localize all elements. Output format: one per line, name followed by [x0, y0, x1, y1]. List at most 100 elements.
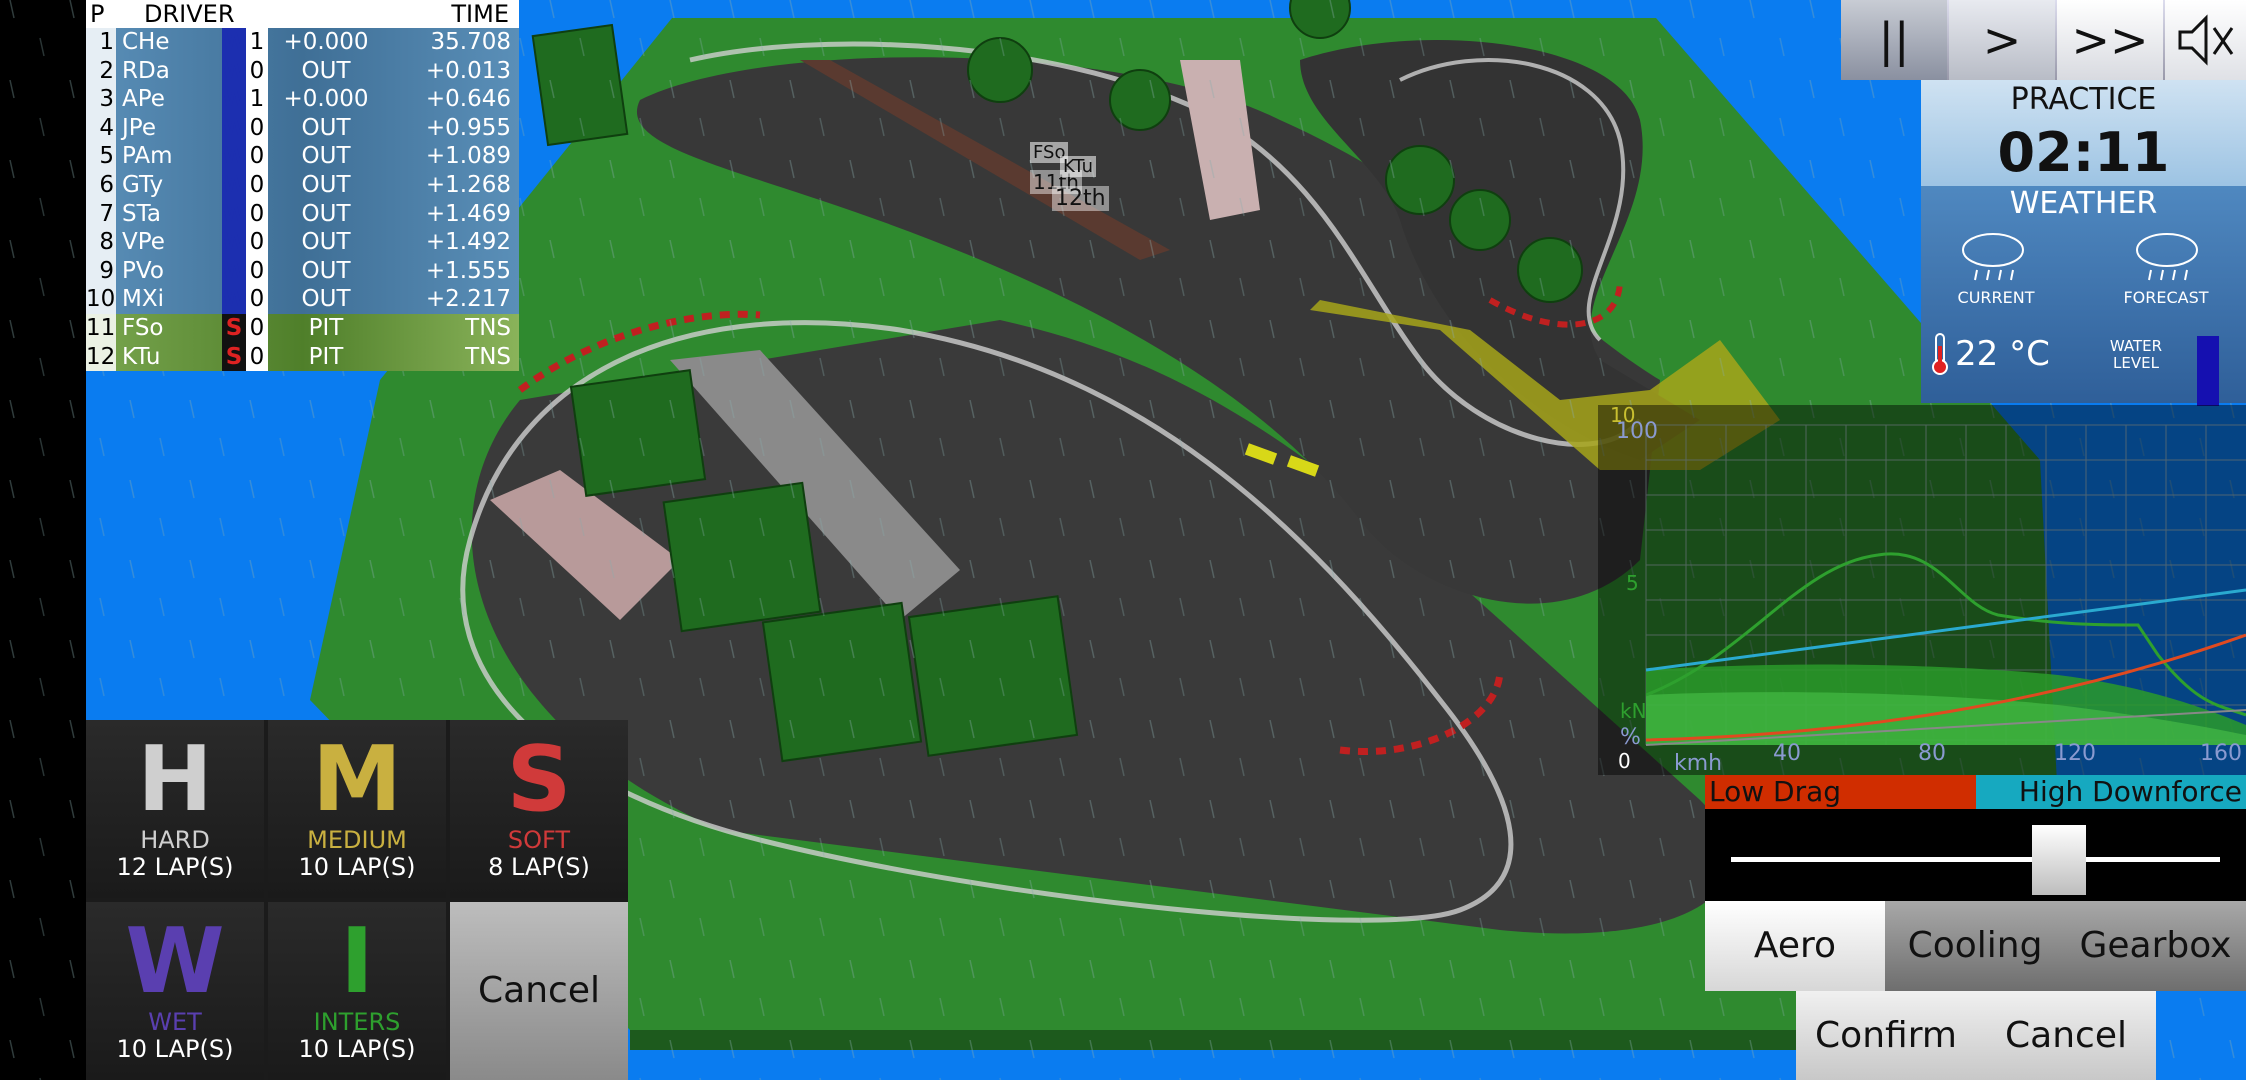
time-cell: +1.089 — [425, 143, 511, 170]
tyre-medium-name: MEDIUM — [307, 826, 407, 854]
tyre-hard-letter: H — [137, 727, 213, 832]
tyre-inters-button[interactable]: I INTERS 10 LAP(S) — [268, 902, 446, 1080]
pit-stops-cell: 0 — [246, 342, 268, 372]
tyre-inters-laps: 10 LAP(S) — [298, 1035, 416, 1063]
tyre-inters-name: INTERS — [313, 1008, 401, 1036]
tyre-compound-cell: W — [222, 56, 248, 86]
pit-stops-cell: 0 — [246, 113, 268, 143]
low-drag-label: Low Drag — [1705, 775, 1976, 809]
leaderboard-row[interactable]: 5 PAm W 0 OUT +1.089 — [86, 142, 519, 171]
tyre-medium-button[interactable]: M MEDIUM 10 LAP(S) — [268, 720, 446, 898]
tyre-compound-cell: W — [222, 228, 248, 257]
gap-cell: OUT — [301, 200, 351, 227]
position-cell: 2 — [86, 56, 116, 86]
position-cell: 1 — [86, 28, 116, 57]
tab-gearbox[interactable]: Gearbox — [2065, 901, 2246, 991]
setup-panel: Low Drag High Downforce Aero Cooling Gea… — [1705, 775, 2246, 1080]
slider-thumb[interactable] — [2031, 825, 2086, 895]
time-cell: +0.013 — [425, 57, 511, 84]
gap-cell: OUT — [301, 171, 351, 198]
leaderboard-row[interactable]: 6 GTy W 0 OUT +1.268 — [86, 170, 519, 200]
pause-icon: || — [1878, 13, 1910, 67]
tab-aero[interactable]: Aero — [1705, 901, 1885, 991]
water-level-bar — [2197, 336, 2219, 406]
telemetry-graph: 10 100 5 kN % 0 kmh 40 80 120 160 — [1598, 403, 2246, 776]
leaderboard-row[interactable]: 4 JPe W 0 OUT +0.955 — [86, 113, 519, 143]
header-time: TIME — [451, 0, 509, 28]
water-level-label: WATER LEVEL — [2109, 337, 2163, 372]
tyre-wet-name: WET — [148, 1008, 202, 1036]
setup-cancel-button[interactable]: Cancel — [1976, 991, 2156, 1080]
leaderboard-row[interactable]: 8 VPe W 0 OUT +1.492 — [86, 228, 519, 257]
pit-stops-cell: 1 — [246, 85, 268, 114]
tyre-compound-cell: W — [222, 285, 248, 314]
confirm-button[interactable]: Confirm — [1796, 991, 1976, 1080]
pit-stops-cell: 0 — [246, 256, 268, 286]
tyre-hard-name: HARD — [140, 826, 210, 854]
gap-cell: PIT — [308, 314, 344, 341]
leaderboard-row[interactable]: 1 CHe W 1 +0.000 35.708 — [86, 28, 519, 57]
play-button[interactable]: > — [1949, 0, 2055, 80]
header-pos: P — [90, 0, 105, 28]
pit-stops-cell: 0 — [246, 199, 268, 229]
position-cell: 7 — [86, 199, 116, 229]
car-label-pos-2: 12th — [1052, 186, 1109, 211]
position-cell: 6 — [86, 170, 116, 200]
tyre-cancel-label: Cancel — [478, 970, 600, 1011]
leaderboard-row[interactable]: 9 PVo W 0 OUT +1.555 — [86, 256, 519, 286]
graph-x-tick-40: 40 — [1773, 741, 1801, 766]
graph-y-mid: 5 — [1626, 571, 1639, 595]
time-cell: TNS — [465, 343, 511, 370]
time-cell: TNS — [465, 314, 511, 341]
leaderboard-row[interactable]: 2 RDa W 0 OUT +0.013 — [86, 56, 519, 86]
tyre-medium-laps: 10 LAP(S) — [298, 853, 416, 881]
position-cell: 4 — [86, 113, 116, 143]
speaker-muted-icon — [2178, 14, 2233, 66]
graph-y-top: 100 — [1616, 419, 1658, 444]
leaderboard-header: P DRIVER TIME — [86, 0, 519, 28]
pit-stops-cell: 0 — [246, 170, 268, 200]
tyre-hard-button[interactable]: H HARD 12 LAP(S) — [86, 720, 264, 898]
position-cell: 8 — [86, 228, 116, 257]
gap-cell: OUT — [301, 229, 351, 256]
position-cell: 5 — [86, 142, 116, 171]
pit-stops-cell: 0 — [246, 285, 268, 314]
pit-stops-cell: 0 — [246, 142, 268, 171]
time-cell: +1.555 — [425, 257, 511, 284]
pause-button[interactable]: || — [1841, 0, 1947, 80]
graph-y-unit-pct: % — [1620, 725, 1641, 750]
slider-track — [1731, 857, 2220, 862]
graph-x-unit: kmh — [1674, 751, 1723, 776]
tyre-wet-letter: W — [125, 909, 225, 1014]
tyre-compound-cell: S — [222, 342, 246, 372]
tab-cooling[interactable]: Cooling — [1885, 901, 2065, 991]
pit-stops-cell: 1 — [246, 28, 268, 57]
rain-cloud-forecast-icon — [2136, 233, 2198, 281]
leaderboard-row[interactable]: 10 MXi W 0 OUT +2.217 — [86, 285, 519, 314]
time-cell: +0.955 — [425, 114, 511, 141]
tyre-cancel-button[interactable]: Cancel — [450, 902, 628, 1080]
leaderboard-row[interactable]: 12 KTu S 0 PIT TNS — [86, 342, 519, 372]
session-mode: PRACTICE — [2010, 82, 2157, 117]
time-cell: +2.217 — [425, 286, 511, 313]
weather-current-label: CURRENT — [1957, 288, 2035, 307]
session-info: PRACTICE 02:11 — [1921, 80, 2246, 188]
tyre-wet-button[interactable]: W WET 10 LAP(S) — [86, 902, 264, 1080]
aero-slider[interactable] — [1705, 809, 2246, 914]
position-cell: 10 — [86, 285, 116, 314]
gap-cell: OUT — [301, 114, 351, 141]
pit-stops-cell: 0 — [246, 313, 268, 343]
header-driver: DRIVER — [144, 0, 235, 28]
time-cell: +1.268 — [425, 171, 511, 198]
fast-forward-button[interactable]: >> — [2057, 0, 2163, 80]
tyre-soft-button[interactable]: S SOFT 8 LAP(S) — [450, 720, 628, 898]
playback-controls: || > >> — [1841, 0, 2246, 80]
leaderboard-row[interactable]: 7 STa W 0 OUT +1.469 — [86, 199, 519, 229]
tyre-wet-laps: 10 LAP(S) — [116, 1035, 234, 1063]
gap-cell: OUT — [301, 257, 351, 284]
mute-button[interactable] — [2165, 0, 2246, 80]
time-cell: +0.646 — [425, 86, 511, 113]
leaderboard-row[interactable]: 11 FSo S 0 PIT TNS — [86, 313, 519, 343]
tyre-compound-cell: W — [222, 170, 248, 200]
leaderboard-row[interactable]: 3 APe W 1 +0.000 +0.646 — [86, 85, 519, 114]
